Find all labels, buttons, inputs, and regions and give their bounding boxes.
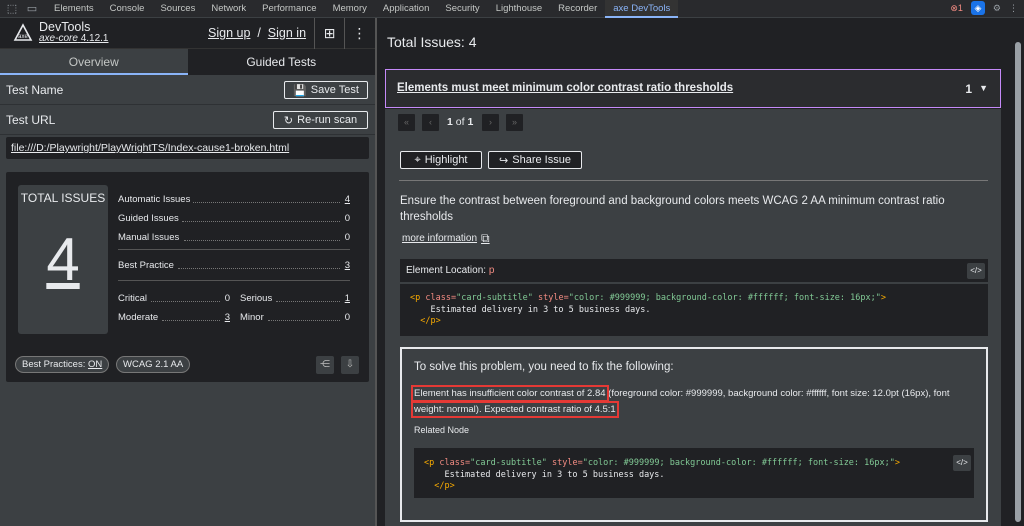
download-icon[interactable]: ⇩ xyxy=(341,356,359,374)
external-link-icon: ⧉ xyxy=(481,231,490,245)
fix-title: To solve this problem, you need to fix t… xyxy=(414,361,674,373)
element-location-bar: Element Location: p xyxy=(400,259,988,282)
tab-guided-tests[interactable]: Guided Tests xyxy=(188,49,376,75)
stat-automatic: Automatic Issues 4 xyxy=(118,194,350,205)
related-node-label: Related Node xyxy=(414,425,470,435)
first-page-icon[interactable]: « xyxy=(398,114,415,131)
highlight-button[interactable]: ⌖ Highlight xyxy=(400,151,482,169)
share-arrow-icon: ↪ xyxy=(499,154,509,167)
issue-details-panel: Total Issues: 4 Elements must meet minim… xyxy=(377,18,1024,526)
axe-logo-icon: axe xyxy=(13,23,33,41)
save-test-button[interactable]: 💾 Save Test xyxy=(284,81,368,99)
app-title: DevTools xyxy=(39,20,91,34)
related-node-code: <p class="card-subtitle" style="color: #… xyxy=(414,448,974,498)
issue-details: ⌖ Highlight ↪ Share Issue Ensure the contr… xyxy=(385,137,1001,526)
expected-ratio-highlight: weight: normal). Expected contrast ratio… xyxy=(411,401,619,418)
inspect-element-icon[interactable]: ⬚ xyxy=(4,1,20,17)
element-location-value[interactable]: p xyxy=(489,265,495,276)
stat-moderate: Moderate 3 xyxy=(118,312,230,323)
add-icon: ⊞ xyxy=(323,25,336,41)
stat-serious: Serious 1 xyxy=(240,293,350,304)
refresh-icon: ↻ xyxy=(283,114,294,127)
standard-selector[interactable]: WCAG 2.1 AA xyxy=(116,356,191,373)
best-practices-toggle[interactable]: Best Practices: ON xyxy=(15,356,110,373)
total-issues-count[interactable]: 4 xyxy=(18,230,108,290)
tab-overview[interactable]: Overview xyxy=(0,49,188,75)
related-code-toggle-icon[interactable]: </> xyxy=(953,455,971,471)
main-tabs: Overview Guided Tests xyxy=(0,49,375,75)
code-toggle-icon[interactable]: </> xyxy=(967,263,985,279)
sign-up-link[interactable]: Sign up xyxy=(208,26,250,40)
auth-links: Sign up / Sign in xyxy=(208,26,307,40)
fix-message: Element has insufficient color contrast … xyxy=(411,385,950,418)
devtools-tab-application[interactable]: Application xyxy=(375,0,437,18)
error-counter[interactable]: ⊗1 xyxy=(950,3,963,14)
total-issues-heading: Total Issues: 4 xyxy=(387,34,477,50)
extension-icon[interactable]: ◈ xyxy=(970,1,985,15)
issue-pager: « ‹ 1 of 1 › » xyxy=(385,109,1001,137)
total-issues-box: TOTAL ISSUES 4 xyxy=(18,185,108,334)
devtools-tab-performance[interactable]: Performance xyxy=(254,0,324,18)
stat-critical: Critical 0 xyxy=(118,293,230,304)
stat-manual: Manual Issues 0 xyxy=(118,232,350,243)
share-icon[interactable]: ⋲ xyxy=(316,356,334,374)
error-icon: ⊗ xyxy=(950,2,958,13)
details-divider xyxy=(399,180,988,181)
app-menu-button[interactable]: ⋮ xyxy=(344,18,374,49)
devtools-tab-recorder[interactable]: Recorder xyxy=(550,0,605,18)
summary-card: TOTAL ISSUES 4 Automatic Issues 4 Guided … xyxy=(6,172,369,382)
new-scan-button[interactable]: ⊞ xyxy=(314,18,344,49)
test-name-row: Test Name 💾 Save Test xyxy=(0,75,375,105)
issue-description: Ensure the contrast between foreground a… xyxy=(400,195,945,223)
save-icon: 💾 xyxy=(293,84,307,97)
issue-title[interactable]: Elements must meet minimum color contras… xyxy=(397,82,733,94)
stats-divider xyxy=(118,249,350,250)
element-source-code: <p class="card-subtitle" style="color: #… xyxy=(400,284,988,336)
devtools-tab-security[interactable]: Security xyxy=(437,0,487,18)
devtools-tab-sources[interactable]: Sources xyxy=(152,0,203,18)
kebab-icon: ⋮ xyxy=(352,25,367,41)
svg-text:axe: axe xyxy=(18,34,28,40)
pager-label: 1 of 1 xyxy=(447,116,474,128)
issue-count: 1 xyxy=(965,82,972,96)
impact-grid: Critical 0 Serious 1 Moderate 3 Minor 0 xyxy=(118,289,350,329)
issue-stats: Automatic Issues 4 Guided Issues 0 Manual … xyxy=(118,190,350,329)
fix-instructions-box: To solve this problem, you need to fix t… xyxy=(400,347,988,522)
next-page-icon[interactable]: › xyxy=(482,114,499,131)
sign-in-link[interactable]: Sign in xyxy=(268,26,306,40)
stat-guided: Guided Issues 0 xyxy=(118,213,350,224)
devtools-tab-network[interactable]: Network xyxy=(203,0,254,18)
test-name-label: Test Name xyxy=(6,83,64,97)
devtools-tabbar: ⬚ ▭ Elements Console Sources Network Per… xyxy=(0,0,1024,18)
devtools-tab-lighthouse[interactable]: Lighthouse xyxy=(488,0,550,18)
test-url-label: Test URL xyxy=(6,113,56,127)
last-page-icon[interactable]: » xyxy=(506,114,523,131)
devtools-tab-console[interactable]: Console xyxy=(102,0,153,18)
more-menu-icon[interactable]: ⋮ xyxy=(1009,3,1018,14)
stats-divider xyxy=(118,280,350,281)
device-toolbar-icon[interactable]: ▭ xyxy=(24,1,40,17)
test-url-value[interactable]: file:///D:/Playwright/PlayWrightTS/Index… xyxy=(6,137,369,159)
prev-page-icon[interactable]: ‹ xyxy=(422,114,439,131)
share-issue-button[interactable]: ↪ Share Issue xyxy=(488,151,582,169)
app-header: axe DevTools axe-core 4.12.1 Sign up / S… xyxy=(0,18,375,49)
rerun-scan-button[interactable]: ↻ Re-run scan xyxy=(273,111,368,129)
more-information-link[interactable]: more information ⧉ xyxy=(402,231,490,246)
chevron-down-icon[interactable]: ▼ xyxy=(979,83,988,93)
devtools-tab-elements[interactable]: Elements xyxy=(46,0,102,18)
stat-minor: Minor 0 xyxy=(240,312,350,323)
app-version: axe-core 4.12.1 xyxy=(39,33,109,44)
gear-icon[interactable]: ⚙ xyxy=(993,3,1001,14)
test-url-row: Test URL ↻ Re-run scan xyxy=(0,105,375,135)
issue-accordion-header[interactable]: Elements must meet minimum color contras… xyxy=(385,69,1001,108)
contrast-ratio-highlight: Element has insufficient color contrast … xyxy=(411,385,609,402)
devtools-tab-memory[interactable]: Memory xyxy=(325,0,375,18)
crosshair-icon: ⌖ xyxy=(414,153,421,166)
scrollbar[interactable] xyxy=(1014,36,1022,526)
overview-panel: axe DevTools axe-core 4.12.1 Sign up / S… xyxy=(0,18,375,526)
total-issues-label: TOTAL ISSUES xyxy=(20,191,106,205)
stat-best-practice: Best Practice 3 xyxy=(118,260,350,271)
devtools-tab-axe[interactable]: axe DevTools xyxy=(605,0,679,18)
